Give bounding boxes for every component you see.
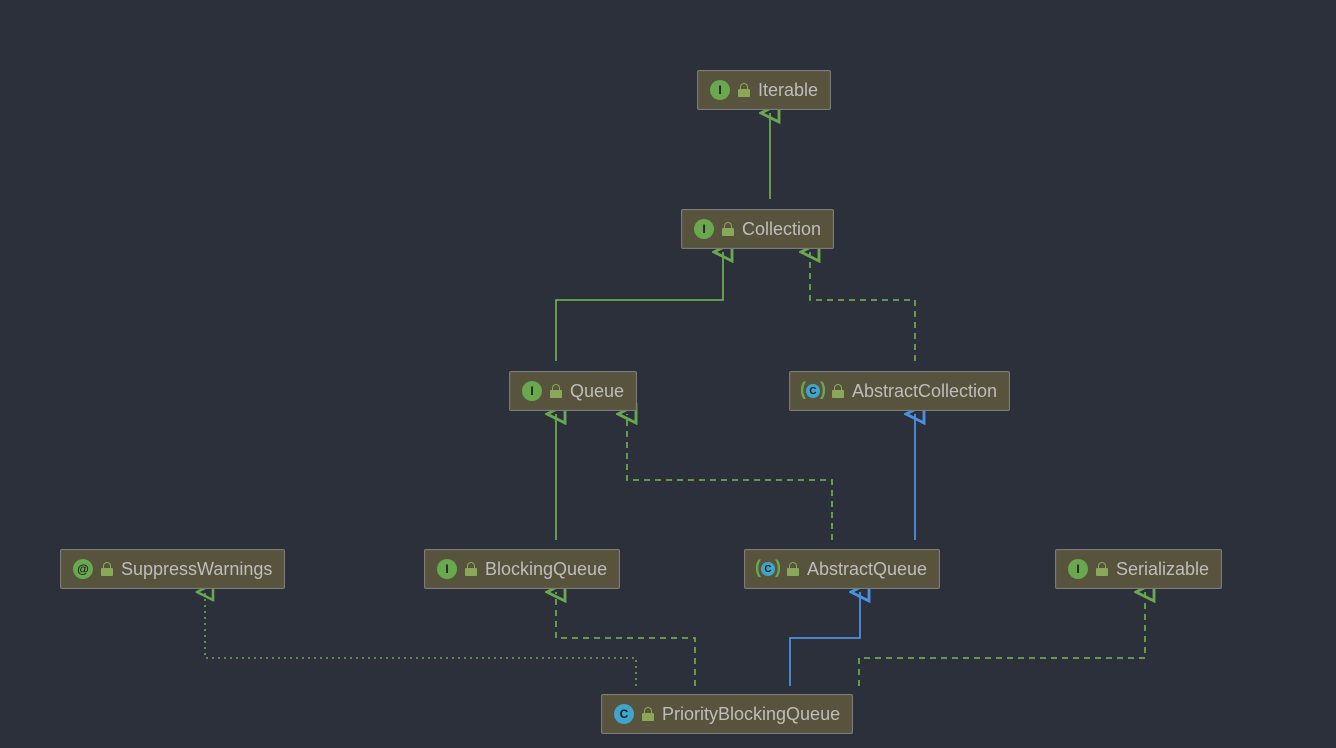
- class-node-queue[interactable]: I Queue: [509, 371, 637, 411]
- class-node-abstractqueue[interactable]: (C) AbstractQueue: [744, 549, 940, 589]
- lock-icon: [642, 707, 654, 721]
- connectors: [0, 0, 1336, 748]
- lock-icon: [832, 384, 844, 398]
- lock-icon: [101, 562, 113, 576]
- diagram-canvas[interactable]: I Iterable I Collection I Queue (C) Abst…: [0, 0, 1336, 748]
- interface-icon: I: [710, 80, 730, 100]
- abstract-class-icon: (C): [802, 381, 824, 401]
- lock-icon: [550, 384, 562, 398]
- interface-icon: I: [694, 219, 714, 239]
- annotation-icon: @: [73, 559, 93, 579]
- node-label: BlockingQueue: [485, 559, 607, 580]
- node-label: SuppressWarnings: [121, 559, 272, 580]
- node-label: AbstractQueue: [807, 559, 927, 580]
- class-node-priorityblockingqueue[interactable]: C PriorityBlockingQueue: [601, 694, 853, 734]
- lock-icon: [722, 222, 734, 236]
- node-label: PriorityBlockingQueue: [662, 704, 840, 725]
- lock-icon: [787, 562, 799, 576]
- class-node-serializable[interactable]: I Serializable: [1055, 549, 1222, 589]
- class-node-collection[interactable]: I Collection: [681, 209, 834, 249]
- node-label: Queue: [570, 381, 624, 402]
- node-label: AbstractCollection: [852, 381, 997, 402]
- node-label: Collection: [742, 219, 821, 240]
- node-label: Serializable: [1116, 559, 1209, 580]
- abstract-class-icon: (C): [757, 559, 779, 579]
- class-node-abstractcollection[interactable]: (C) AbstractCollection: [789, 371, 1010, 411]
- class-icon: C: [614, 704, 634, 724]
- lock-icon: [465, 562, 477, 576]
- class-node-iterable[interactable]: I Iterable: [697, 70, 831, 110]
- interface-icon: I: [522, 381, 542, 401]
- lock-icon: [1096, 562, 1108, 576]
- class-node-blockingqueue[interactable]: I BlockingQueue: [424, 549, 620, 589]
- lock-icon: [738, 83, 750, 97]
- interface-icon: I: [437, 559, 457, 579]
- interface-icon: I: [1068, 559, 1088, 579]
- node-label: Iterable: [758, 80, 818, 101]
- class-node-suppresswarnings[interactable]: @ SuppressWarnings: [60, 549, 285, 589]
